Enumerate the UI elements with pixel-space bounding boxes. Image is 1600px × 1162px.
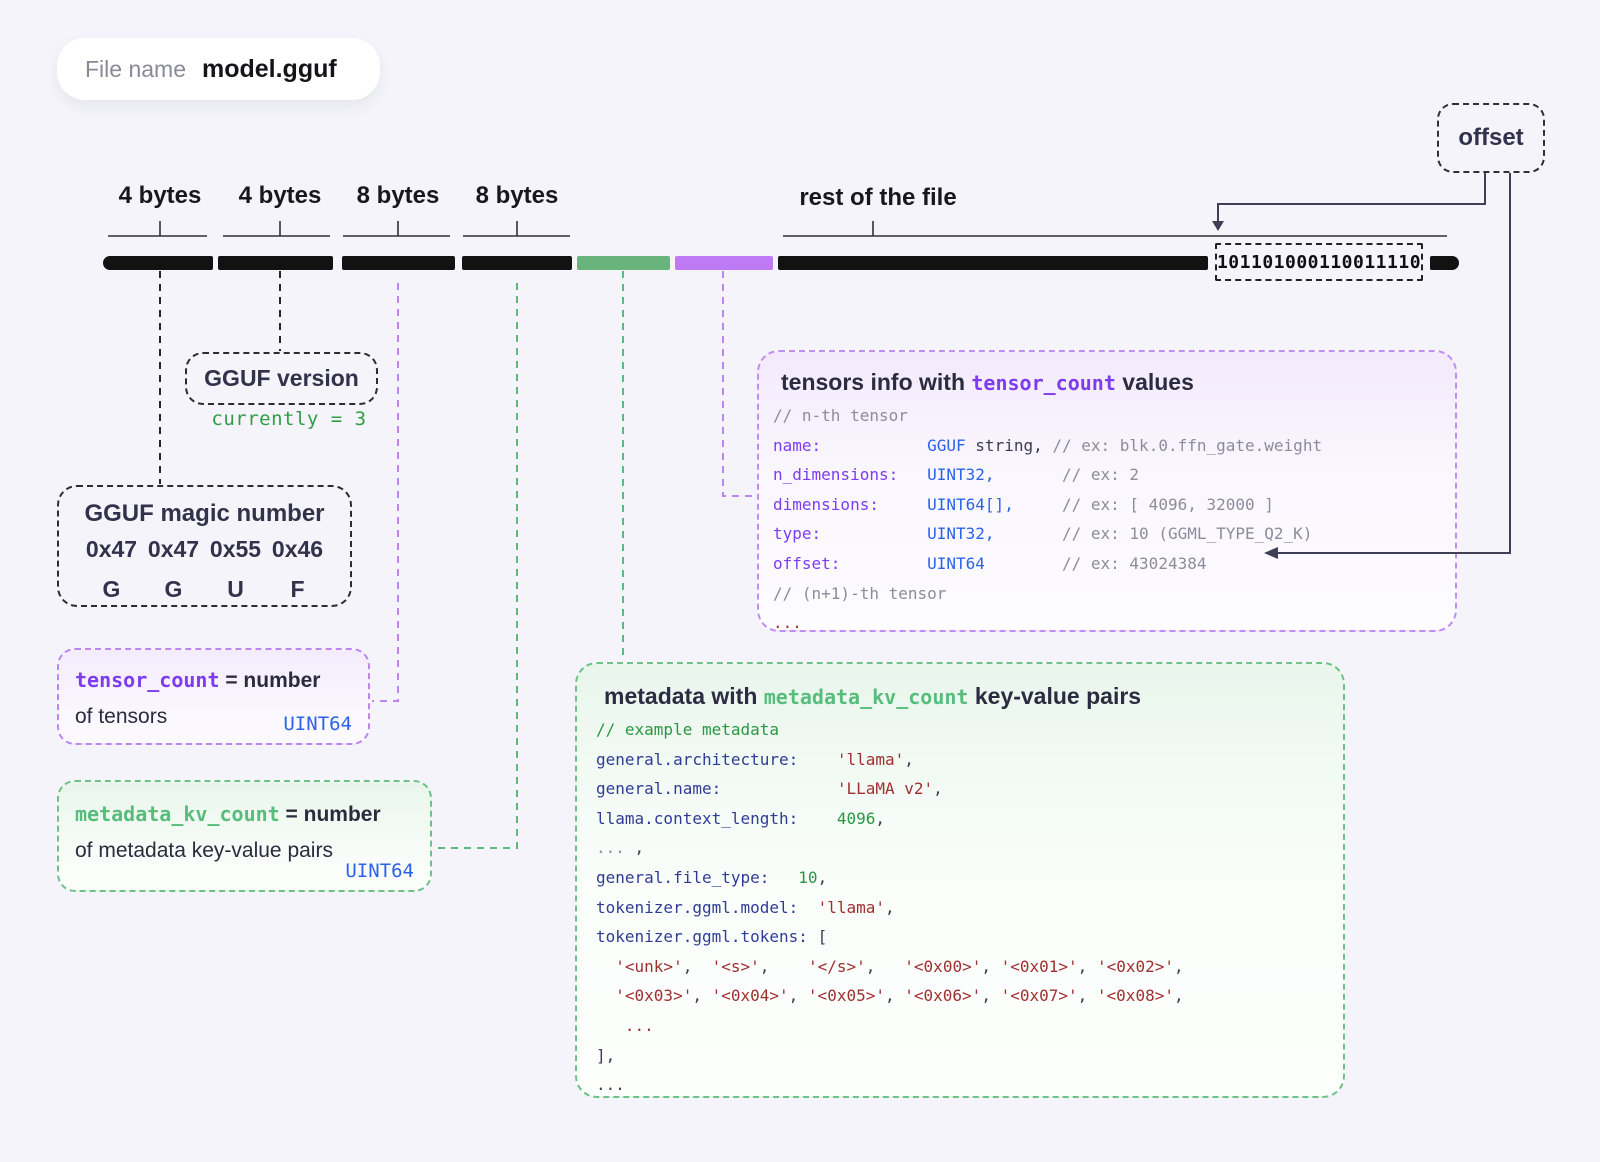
file-name-label: File name [85, 55, 186, 82]
code-line: // example metadata [596, 720, 780, 739]
code-line: tokenizer.ggml.tokens: [ [596, 927, 828, 947]
metadata-title: metadata with metadata_kv_count key-valu… [604, 678, 1329, 715]
magic-cell: 0x47 [85, 536, 138, 562]
code-line: general.file_type: 10, [596, 867, 828, 887]
bar-segment-version [218, 256, 333, 270]
tensor-count-identifier: tensor_count [75, 668, 220, 692]
metadata-kv-count-callout: metadata_kv_count = number of metadata k… [57, 780, 432, 892]
metadata-kv-count-type: UINT64 [345, 860, 414, 882]
connector-tensor-count [372, 283, 399, 702]
magic-cell: 0x47 [147, 536, 200, 562]
offset-arrow-to-bar [1217, 173, 1486, 221]
tensor-count-callout: tensor_count = number of tensors UINT64 [57, 648, 370, 745]
byte-label-tensor-count: 8 bytes [356, 182, 440, 209]
code-line: ... [624, 1015, 654, 1035]
magic-bytes-row: 0x47 0x47 0x55 0x46 [59, 531, 350, 571]
metadata-title-post: key-value pairs [968, 683, 1142, 709]
magic-cell: F [290, 576, 305, 602]
code-line: ... [773, 613, 802, 633]
gguf-version-title: GGUF version [204, 365, 359, 391]
magic-cell: G [164, 576, 183, 602]
code-line: offset: UINT64 // ex: 43024384 [773, 553, 1207, 573]
code-line: ... [596, 1075, 625, 1095]
magic-cell: 0x46 [271, 536, 324, 562]
bracket-rest-of-file [783, 221, 1447, 237]
metadata-kv-count-eq: = number [279, 803, 381, 826]
code-line: tokenizer.ggml.model: 'llama', [596, 897, 895, 917]
bar-segment-metadata-kv-count [462, 256, 572, 270]
offset-label: offset [1458, 124, 1524, 151]
bar-segment-end-cap [1430, 256, 1459, 270]
binary-offset-field: 101101000110011110 [1215, 243, 1423, 281]
magic-cell: 0x55 [209, 536, 262, 562]
connector-tensors-panel [722, 271, 755, 497]
bar-segment-magic [103, 256, 213, 270]
code-line: '<unk>', '<s>', '</s>', '<0x00>', '<0x01… [615, 956, 1184, 976]
metadata-title-pre: metadata with [604, 683, 764, 709]
bar-segment-tensor-count [342, 256, 455, 270]
tensor-count-eq: = number [219, 669, 321, 692]
magic-cell: U [227, 576, 244, 602]
code-line: // n-th tensor [773, 406, 908, 425]
byte-label-magic: 4 bytes [118, 182, 202, 209]
binary-value: 101101000110011110 [1216, 251, 1422, 273]
magic-number-callout: GGUF magic number 0x47 0x47 0x55 0x46 G G U F [57, 485, 352, 607]
code-line: llama.context_length: 4096, [596, 808, 885, 828]
tensor-count-type: UINT64 [283, 713, 352, 735]
gguf-format-diagram: File name model.gguf offset 4 bytes 4 by… [0, 0, 1600, 1162]
code-line: dimensions: UINT64[], // ex: [ 4096, 320… [773, 494, 1274, 514]
code-line: '<0x03>', '<0x04>', '<0x05>', '<0x06>', … [615, 986, 1184, 1006]
code-line: general.name: 'LLaMA v2', [596, 779, 943, 799]
version-current-value: currently = 3 [211, 408, 367, 430]
tensors-info-title: tensors info with tensor_count values [781, 364, 1441, 401]
metadata-kv-count-identifier: metadata_kv_count [75, 802, 280, 826]
byte-label-metadata-kv-count: 8 bytes [475, 182, 559, 209]
gguf-version-callout: GGUF version [185, 352, 378, 405]
connector-metadata-kv-count [434, 283, 518, 849]
rest-of-file-label: rest of the file [799, 184, 957, 211]
bar-segment-metadata [577, 256, 670, 270]
code-line: // (n+1)-th tensor [773, 583, 947, 603]
bracket-4bytes-2 [223, 221, 330, 237]
magic-chars-row: GGUF [59, 571, 350, 611]
offset-callout: offset [1437, 103, 1545, 173]
code-line: name: GGUF string, // ex: blk.0.ffn_gate… [773, 435, 1323, 455]
magic-number-title: GGUF magic number [84, 500, 325, 527]
bar-segment-tensors-info [675, 256, 773, 270]
bar-segment-rest [778, 256, 1208, 270]
metadata-title-identifier: metadata_kv_count [763, 685, 969, 709]
code-line: ], [596, 1045, 616, 1065]
bracket-8bytes-1 [343, 221, 450, 237]
metadata-panel: metadata with metadata_kv_count key-valu… [575, 662, 1345, 1098]
bracket-8bytes-2 [463, 221, 570, 237]
tensors-title-identifier: tensor_count [971, 371, 1116, 395]
offset-arrowhead-down [1212, 221, 1224, 231]
code-line: type: UINT32, // ex: 10 (GGML_TYPE_Q2_K) [773, 524, 1313, 544]
byte-label-version: 4 bytes [238, 182, 322, 209]
tensors-info-code: // n-th tensor name: GGUF string, // ex: … [773, 401, 1441, 638]
file-name-value: model.gguf [201, 54, 337, 83]
code-line: ... , [596, 838, 645, 858]
tensors-info-panel: tensors info with tensor_count values //… [757, 350, 1457, 632]
magic-cell: G [102, 576, 121, 602]
bracket-4bytes-1 [108, 221, 207, 237]
metadata-code: // example metadata general.architecture:… [596, 715, 1329, 1100]
file-name-pill: File name model.gguf [57, 38, 380, 100]
tensors-title-post: values [1115, 369, 1194, 395]
code-line: general.architecture: 'llama', [596, 749, 914, 769]
code-line: n_dimensions: UINT32, // ex: 2 [773, 465, 1140, 485]
tensors-title-pre: tensors info with [781, 369, 972, 395]
